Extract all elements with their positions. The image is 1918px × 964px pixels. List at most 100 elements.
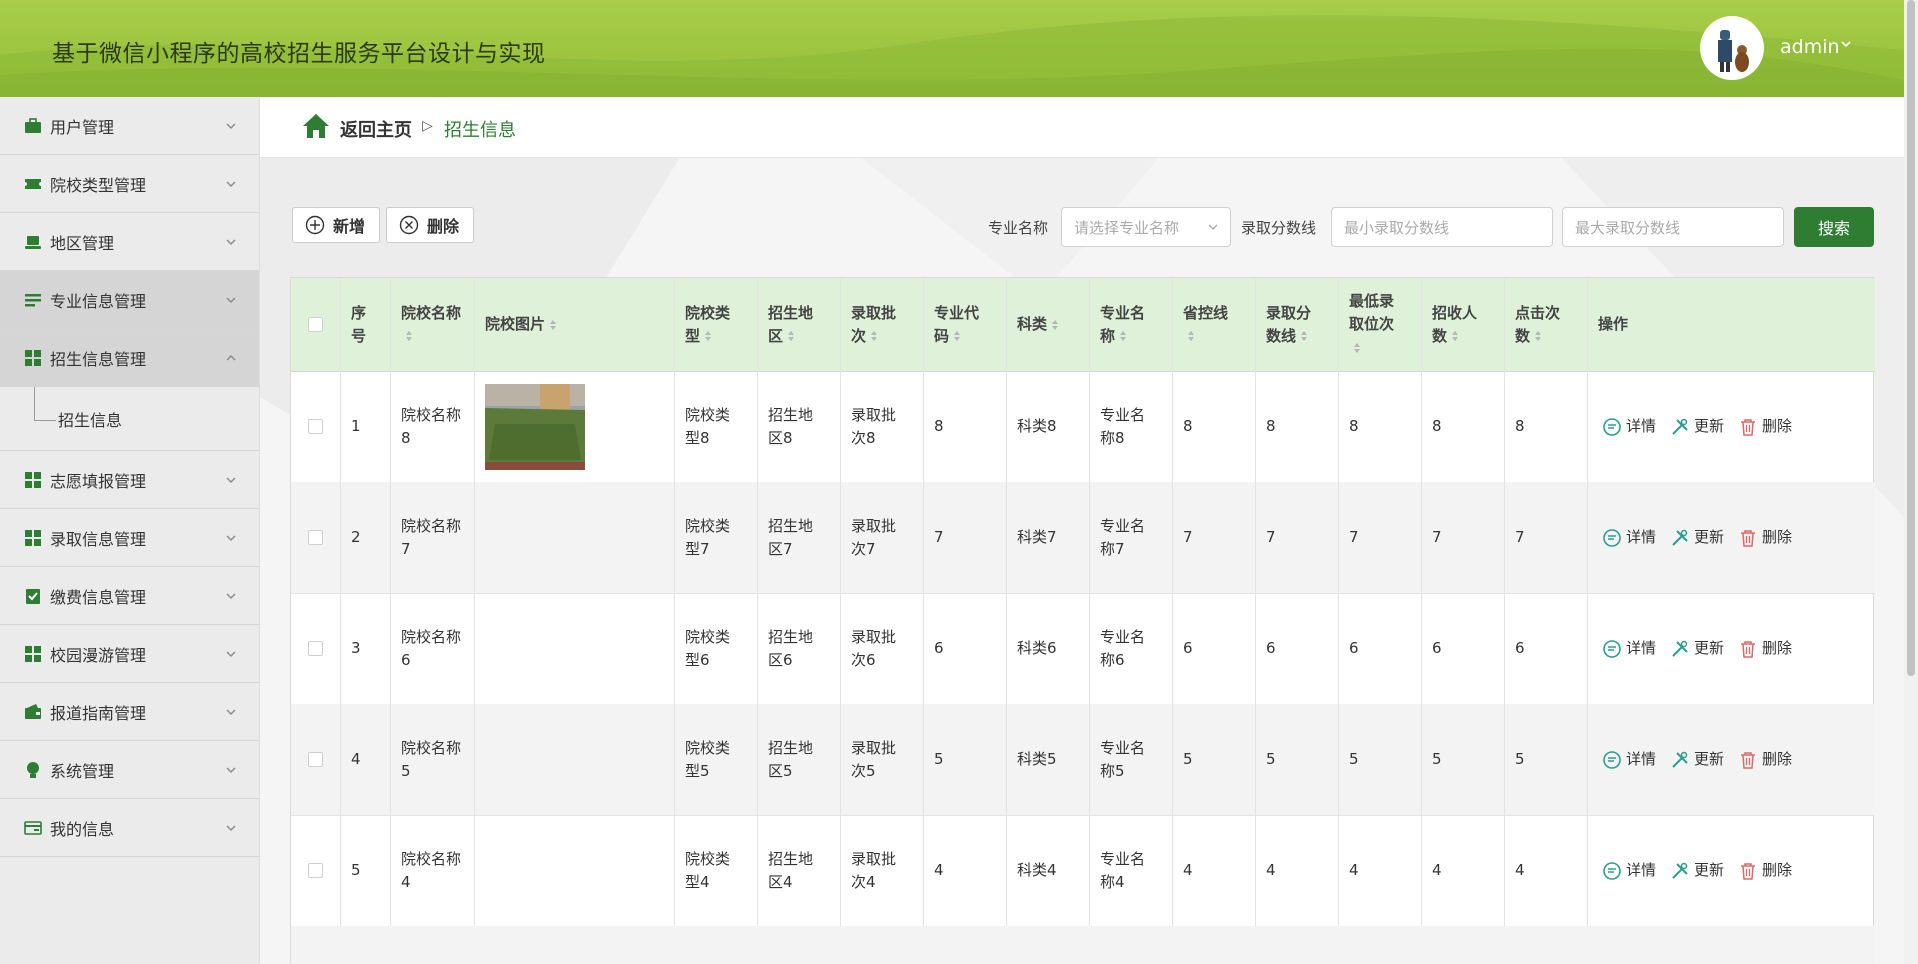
sidebar-item-applications[interactable]: 志愿填报管理 (0, 451, 259, 509)
header-region[interactable]: 招生地区 (758, 278, 841, 371)
score-filter-label: 录取分数线 (1241, 219, 1317, 237)
min-score-input[interactable]: 最小录取分数线 (1331, 207, 1553, 247)
search-button[interactable]: 搜索 (1794, 207, 1874, 247)
sidebar: 用户管理 院校类型管理 地区管理 专业信息管理 招生信息管理 招生信息 志愿填报… (0, 97, 260, 964)
delete-button[interactable]: 删除 (1738, 526, 1792, 549)
sort-icon[interactable] (953, 330, 961, 342)
update-button[interactable]: 更新 (1670, 859, 1724, 882)
detail-button[interactable]: 详情 (1602, 748, 1656, 771)
cell-major-name: 专业名称6 (1090, 593, 1173, 704)
chevron-down-icon (226, 825, 236, 831)
sidebar-item-admission-results[interactable]: 录取信息管理 (0, 509, 259, 567)
trash-icon (1741, 418, 1756, 436)
chevron-down-icon (226, 651, 236, 657)
scrollbar-thumb[interactable] (1907, 0, 1915, 676)
header-school-name[interactable]: 院校名称 (391, 278, 475, 371)
breadcrumb-current: 招生信息 (444, 120, 516, 141)
sort-icon[interactable] (405, 330, 413, 342)
max-score-input[interactable]: 最大录取分数线 (1562, 207, 1784, 247)
sort-icon[interactable] (1451, 330, 1459, 342)
cell-batch: 录取批次8 (841, 371, 924, 482)
header-batch[interactable]: 录取批次 (841, 278, 924, 371)
row-checkbox[interactable] (308, 863, 323, 878)
header-score[interactable]: 录取分数线 (1256, 278, 1339, 371)
update-button[interactable]: 更新 (1670, 526, 1724, 549)
sort-icon[interactable] (1051, 319, 1059, 331)
cell-school-image (475, 815, 675, 926)
sort-icon[interactable] (1534, 330, 1542, 342)
cell-major-code: 4 (924, 815, 1007, 926)
update-button[interactable]: 更新 (1670, 637, 1724, 660)
detail-button[interactable]: 详情 (1602, 415, 1656, 438)
major-select-placeholder: 请选择专业名称 (1074, 218, 1180, 237)
tools-icon (1672, 418, 1688, 435)
row-checkbox[interactable] (308, 641, 323, 656)
select-all-checkbox[interactable] (308, 317, 323, 332)
sidebar-item-users[interactable]: 用户管理 (0, 97, 259, 155)
header-enroll-count[interactable]: 招收人数 (1422, 278, 1505, 371)
sidebar-item-report-guide[interactable]: 报道指南管理 (0, 683, 259, 741)
cell-control-line: 7 (1173, 482, 1256, 593)
sidebar-item-campus-tour[interactable]: 校园漫游管理 (0, 625, 259, 683)
cell-min-rank: 6 (1339, 593, 1422, 704)
sidebar-item-system[interactable]: 系统管理 (0, 741, 259, 799)
card-icon (24, 820, 42, 835)
briefcase-icon (25, 117, 41, 133)
sort-icon[interactable] (549, 319, 557, 331)
header-major-code[interactable]: 专业代码 (924, 278, 1007, 371)
sidebar-item-majors[interactable]: 专业信息管理 (0, 271, 259, 329)
batch-delete-button[interactable]: 删除 (386, 207, 474, 243)
header-category[interactable]: 科类 (1007, 278, 1090, 371)
detail-button[interactable]: 详情 (1602, 526, 1656, 549)
row-checkbox[interactable] (308, 419, 323, 434)
wallet-icon (25, 703, 41, 719)
sidebar-item-admissions[interactable]: 招生信息管理 (0, 329, 259, 387)
chevron-down-icon (226, 297, 236, 303)
header-click-count[interactable]: 点击次数 (1505, 278, 1588, 371)
header-school-image[interactable]: 院校图片 (475, 278, 675, 371)
row-checkbox[interactable] (308, 752, 323, 767)
sort-icon[interactable] (1353, 342, 1361, 354)
sort-icon[interactable] (787, 330, 795, 342)
sort-icon[interactable] (1300, 330, 1308, 342)
sidebar-item-regions[interactable]: 地区管理 (0, 213, 259, 271)
school-photo[interactable] (485, 383, 585, 470)
breadcrumb-home[interactable]: 返回主页 (340, 116, 412, 142)
user-name[interactable]: admin (1780, 36, 1840, 58)
delete-button[interactable]: 删除 (1738, 859, 1792, 882)
cell-score: 4 (1256, 815, 1339, 926)
sort-icon[interactable] (1187, 330, 1195, 342)
sidebar-item-payments[interactable]: 缴费信息管理 (0, 567, 259, 625)
cell-major-name: 专业名称4 (1090, 815, 1173, 926)
cell-click-count: 4 (1505, 815, 1588, 926)
user-avatar[interactable] (1700, 16, 1764, 80)
delete-button[interactable]: 删除 (1738, 415, 1792, 438)
chevron-down-icon[interactable] (1840, 38, 1852, 50)
header-major-name[interactable]: 专业名称 (1090, 278, 1173, 371)
detail-button[interactable]: 详情 (1602, 859, 1656, 882)
header-school-type[interactable]: 院校类型 (675, 278, 758, 371)
detail-button[interactable]: 详情 (1602, 637, 1656, 660)
sidebar-subitem-admission-info[interactable]: 招生信息 (0, 387, 259, 451)
row-checkbox[interactable] (308, 530, 323, 545)
update-button[interactable]: 更新 (1670, 415, 1724, 438)
cell-school-image (475, 593, 675, 704)
sort-icon[interactable] (870, 330, 878, 342)
clipboard-check-icon (26, 588, 40, 604)
header-control-line[interactable]: 省控线 (1173, 278, 1256, 371)
major-select[interactable]: 请选择专业名称 (1061, 207, 1231, 247)
sort-icon[interactable] (704, 330, 712, 342)
cell-score: 7 (1256, 482, 1339, 593)
sort-icon[interactable] (1119, 330, 1127, 342)
page-scrollbar[interactable] (1904, 0, 1918, 964)
delete-button[interactable]: 删除 (1738, 748, 1792, 771)
header-min-rank[interactable]: 最低录取位次 (1339, 278, 1422, 371)
home-icon[interactable] (302, 113, 330, 139)
sidebar-item-my-info[interactable]: 我的信息 (0, 799, 259, 857)
chevron-down-icon (1208, 224, 1218, 230)
delete-button[interactable]: 删除 (1738, 637, 1792, 660)
chevron-down-icon (226, 709, 236, 715)
add-button[interactable]: 新增 (292, 207, 380, 243)
update-button[interactable]: 更新 (1670, 748, 1724, 771)
sidebar-item-school-types[interactable]: 院校类型管理 (0, 155, 259, 213)
